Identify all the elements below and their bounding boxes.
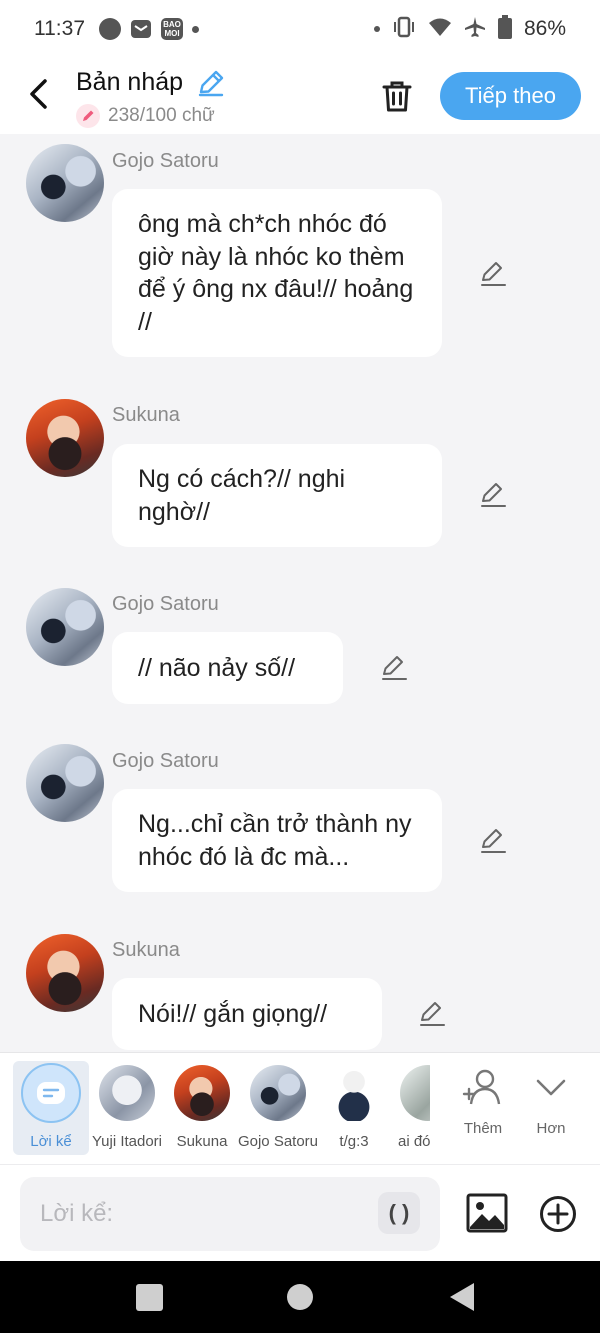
- character-narrator[interactable]: Lời kể: [13, 1061, 89, 1155]
- recent-apps-button[interactable]: [136, 1284, 163, 1311]
- more-notifications-dot: [192, 25, 199, 33]
- add-character-button[interactable]: Thêm: [450, 1067, 516, 1137]
- pencil-badge-icon: [76, 104, 100, 128]
- sender-name: Sukuna: [112, 939, 180, 961]
- system-back-button[interactable]: [450, 1283, 474, 1311]
- header: Bản nháp 238/100 chữ Tiếp theo: [0, 58, 600, 134]
- mail-icon: [130, 18, 152, 40]
- pencil-icon: [198, 70, 224, 97]
- character-label: Lời kể: [30, 1133, 72, 1150]
- add-character-label: Thêm: [463, 1120, 503, 1137]
- edit-message-icon[interactable]: [479, 260, 507, 288]
- character-label: ai đó: [398, 1133, 430, 1150]
- character-someone[interactable]: ai đó: [376, 1061, 430, 1155]
- sender-name: Gojo Satoru: [112, 750, 219, 772]
- status-bar: 11:37 BAO MOI 86%: [0, 0, 600, 58]
- battery-percent: 86%: [523, 17, 566, 40]
- parentheses-button[interactable]: ( ): [378, 1192, 420, 1234]
- app-notification-icon: [99, 18, 121, 40]
- message-bubble[interactable]: Nói!// gắn giọng//: [112, 978, 382, 1050]
- baomoi-icon: BAO MOI: [161, 18, 183, 40]
- edit-message-icon[interactable]: [479, 481, 507, 509]
- avatar-sukuna: [174, 1065, 230, 1121]
- edit-message-icon[interactable]: [380, 654, 408, 682]
- message-text: Ng có cách?// nghi nghờ//: [138, 465, 346, 526]
- character-yuji[interactable]: Yuji Itadori: [89, 1061, 165, 1155]
- delete-button[interactable]: [378, 76, 416, 116]
- system-nav-bar: [0, 1261, 600, 1333]
- battery-icon: [497, 14, 512, 44]
- airplane-icon: [464, 16, 486, 43]
- avatar-tg: [326, 1065, 382, 1121]
- character-label: Yuji Itadori: [91, 1133, 163, 1150]
- character-label: Gojo Satoru: [237, 1133, 319, 1150]
- avatar-gojo[interactable]: [26, 744, 104, 822]
- chevron-left-icon: [30, 79, 47, 109]
- back-button[interactable]: [20, 74, 56, 114]
- character-sukuna[interactable]: Sukuna: [164, 1061, 240, 1155]
- more-label: Hơn: [536, 1120, 566, 1137]
- message-text: Ng...chỉ cần trở thành ny nhóc đó là đc …: [138, 810, 412, 871]
- input-bar: Lời kể: ( ): [0, 1164, 600, 1261]
- notification-dot: [373, 26, 380, 32]
- sender-name: Gojo Satoru: [112, 150, 219, 172]
- message-bubble[interactable]: Ng...chỉ cần trở thành ny nhóc đó là đc …: [112, 789, 442, 892]
- message-text: // não nảy số//: [138, 653, 296, 682]
- message-text: Nói!// gắn giọng//: [138, 999, 328, 1028]
- message-list[interactable]: Gojo Satoru ông mà ch*ch nhóc đó giờ này…: [0, 134, 600, 1052]
- chevron-down-icon: [536, 1079, 566, 1096]
- character-selector: Lời kể Yuji Itadori Sukuna Gojo Satoru t…: [0, 1052, 600, 1164]
- edit-message-icon[interactable]: [418, 1000, 446, 1028]
- image-icon[interactable]: [466, 1193, 508, 1233]
- word-count-text: 238/100 chữ: [108, 105, 215, 126]
- more-button[interactable]: Hơn: [518, 1067, 584, 1137]
- character-label: Sukuna: [176, 1133, 228, 1150]
- sender-name: Gojo Satoru: [112, 593, 219, 615]
- message-bubble[interactable]: Ng có cách?// nghi nghờ//: [112, 444, 442, 547]
- baomoi-icon-label: BAO MOI: [161, 18, 183, 40]
- home-button[interactable]: [287, 1284, 313, 1310]
- avatar-yuji: [99, 1065, 155, 1121]
- avatar-someone: [400, 1065, 430, 1121]
- status-time: 11:37: [34, 17, 85, 40]
- edit-message-icon[interactable]: [479, 827, 507, 855]
- character-gojo[interactable]: Gojo Satoru: [238, 1061, 318, 1155]
- wifi-icon: [428, 17, 452, 42]
- avatar-gojo[interactable]: [26, 588, 104, 666]
- sender-name: Sukuna: [112, 404, 180, 426]
- avatar-sukuna[interactable]: [26, 934, 104, 1012]
- avatar-gojo: [250, 1065, 306, 1121]
- add-person-icon: [462, 1069, 501, 1105]
- next-button[interactable]: Tiếp theo: [440, 72, 581, 120]
- plus-circle-icon[interactable]: [539, 1195, 577, 1233]
- page-title: Bản nháp: [76, 68, 184, 96]
- narrator-icon: [21, 1063, 81, 1123]
- message-text: ông mà ch*ch nhóc đó giờ này là nhóc ko …: [138, 210, 414, 336]
- edit-title-button[interactable]: [196, 68, 226, 103]
- message-bubble[interactable]: // não nảy số//: [112, 632, 343, 704]
- vibrate-icon: [392, 16, 416, 43]
- avatar-sukuna[interactable]: [26, 399, 104, 477]
- word-count: 238/100 chữ: [76, 104, 215, 128]
- trash-icon: [382, 81, 412, 112]
- message-input[interactable]: Lời kể:: [20, 1177, 440, 1251]
- message-bubble[interactable]: ông mà ch*ch nhóc đó giờ này là nhóc ko …: [112, 189, 442, 357]
- avatar-gojo[interactable]: [26, 144, 104, 222]
